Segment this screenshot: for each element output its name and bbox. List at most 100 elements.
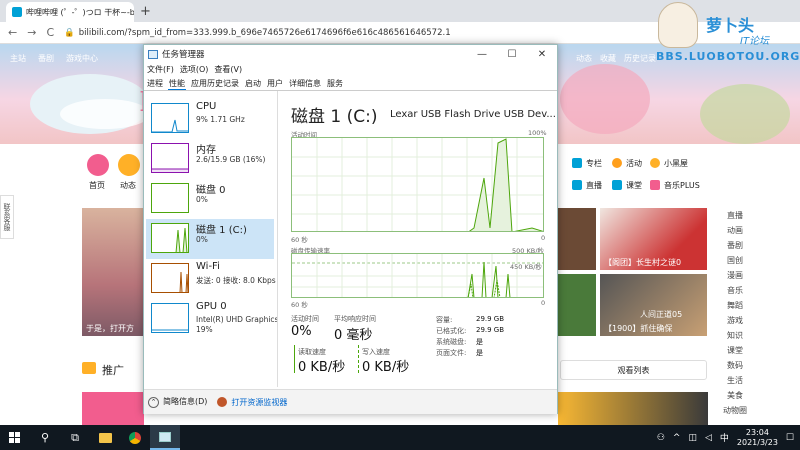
nav-dynamic[interactable]: 动态	[576, 53, 592, 64]
minimize-icon[interactable]: —	[467, 45, 497, 63]
video-caption: 【1900】抓住确保	[604, 324, 673, 333]
menu-options[interactable]: 选项(O)	[180, 64, 209, 75]
video-thumbnail[interactable]	[558, 274, 596, 336]
music-icon	[650, 180, 660, 190]
clock[interactable]: 23:04 2021/3/23	[737, 428, 778, 448]
category-link[interactable]: 直播	[727, 210, 743, 221]
promo-heading: 推广	[102, 364, 124, 377]
resource-cpu[interactable]: CPU 9% 1.71 GHz	[146, 99, 274, 139]
nav-anime[interactable]: 番剧	[38, 53, 54, 64]
formatted-label: 已格式化:	[436, 327, 467, 335]
resource-monitor-link[interactable]: 打开资源监视器	[217, 397, 287, 408]
new-tab-button[interactable]: +	[140, 4, 151, 19]
channel-music[interactable]: 音乐PLUS	[664, 180, 700, 191]
task-manager-taskbar-icon[interactable]	[150, 425, 180, 450]
video-thumbnail[interactable]: 【阁团】长生村之谜0	[600, 208, 707, 270]
ime-indicator[interactable]: 中	[720, 431, 729, 444]
live-icon	[572, 180, 582, 190]
category-link[interactable]: 数码	[727, 360, 743, 371]
channel-classroom[interactable]: 课堂	[626, 180, 642, 191]
file-explorer-icon[interactable]	[90, 425, 120, 450]
menu-file[interactable]: 文件(F)	[147, 64, 174, 75]
watch-list-button[interactable]: 观看列表	[560, 360, 707, 380]
resource-gpu[interactable]: GPU 0 Intel(R) UHD Graphics 19%	[146, 299, 278, 339]
resource-value: 0%	[196, 235, 208, 244]
reload-button[interactable]: C	[46, 26, 54, 39]
menu-view[interactable]: 查看(V)	[214, 64, 242, 75]
category-link[interactable]: 国创	[727, 255, 743, 266]
category-link[interactable]: 游戏	[727, 315, 743, 326]
fewer-details-button[interactable]: ⌃ 简略信息(D)	[148, 396, 207, 408]
category-link[interactable]: 音乐	[727, 285, 743, 296]
forward-button[interactable]: →	[27, 26, 36, 39]
back-button[interactable]: ←	[8, 26, 17, 39]
graph1-min: 0	[541, 234, 546, 242]
resource-memory[interactable]: 内存 2.6/15.9 GB (16%)	[146, 139, 274, 179]
close-icon[interactable]: ✕	[527, 45, 557, 63]
read-speed-block: 读取速度 0 KB/秒	[294, 345, 356, 375]
watermark-subtitle: IT论坛	[740, 36, 770, 47]
lock-icon: 🔒	[64, 27, 75, 38]
forum-watermark: 萝卜头 IT论坛 BBS.LUOBOTOU.ORG	[650, 0, 800, 70]
channel-blackroom[interactable]: 小黑屋	[664, 158, 688, 169]
category-link[interactable]: 知识	[727, 330, 743, 341]
category-link[interactable]: 生活	[727, 375, 743, 386]
category-link[interactable]: 番剧	[727, 240, 743, 251]
search-icon[interactable]: ⚲	[30, 425, 60, 450]
resource-name: Wi-Fi	[196, 261, 220, 272]
video-caption: 人间正道05	[640, 310, 683, 319]
address-field[interactable]: 🔒 bilibili.com/?spm_id_from=333.999.b_69…	[64, 28, 450, 38]
video-thumbnail[interactable]: 人间正道05 【1900】抓住确保	[600, 274, 707, 336]
menu-bar: 文件(F) 选项(O) 查看(V)	[147, 64, 242, 75]
page-file-value: 是	[476, 349, 483, 357]
category-link[interactable]: 舞蹈	[727, 300, 743, 311]
wifi-mini-graph	[151, 263, 189, 293]
video-thumbnail[interactable]	[558, 392, 708, 425]
classroom-icon	[612, 180, 622, 190]
clock-date: 2021/3/23	[736, 437, 778, 447]
category-link[interactable]: 课堂	[727, 345, 743, 356]
resource-name: 磁盘 1 (C:)	[196, 225, 247, 236]
network-icon[interactable]: ◫	[688, 433, 697, 443]
notifications-icon[interactable]: ☐	[786, 433, 794, 443]
task-manager-titlebar[interactable]: 任务管理器 — ☐ ✕	[144, 45, 557, 63]
activity-icon	[612, 158, 622, 168]
chevron-up-icon[interactable]: ^	[673, 433, 681, 443]
nav-main[interactable]: 主站	[10, 53, 26, 64]
dynamic-icon[interactable]	[118, 154, 140, 176]
people-icon[interactable]: ⚇	[657, 433, 665, 443]
resource-value: 9% 1.71 GHz	[196, 115, 245, 124]
dynamic-label: 动态	[120, 181, 136, 190]
home-icon[interactable]	[87, 154, 109, 176]
capacity-value: 29.9 GB	[476, 315, 505, 323]
category-link[interactable]: 美食	[727, 390, 743, 401]
resource-list: CPU 9% 1.71 GHz 内存 2.6/15.9 GB (16%) 磁盘 …	[144, 91, 278, 387]
maximize-icon[interactable]: ☐	[497, 45, 527, 63]
start-button[interactable]	[0, 425, 30, 450]
volume-icon[interactable]: ◁	[705, 433, 712, 443]
category-link[interactable]: 动物圈	[723, 405, 747, 416]
resource-disk-0[interactable]: 磁盘 0 0%	[146, 179, 274, 219]
channel-column[interactable]: 专栏	[586, 158, 602, 169]
category-link[interactable]: 漫画	[727, 270, 743, 281]
task-view-icon[interactable]: ⧉	[60, 425, 90, 450]
chrome-icon[interactable]	[120, 425, 150, 450]
channel-live[interactable]: 直播	[586, 180, 602, 191]
resource-value: 0%	[196, 195, 208, 204]
category-link[interactable]: 动画	[727, 225, 743, 236]
task-manager-footer: ⌃ 简略信息(D) 打开资源监视器	[144, 389, 557, 414]
feedback-button[interactable]: 联系客服	[0, 195, 14, 239]
video-thumbnail[interactable]: 于是，打开方	[82, 208, 144, 336]
browser-tab[interactable]: 哔哩哔哩 (゜-゜)つロ 干杯~-bili ×	[6, 2, 134, 22]
active-time-label: 活动时间	[291, 315, 319, 323]
disk1-mini-graph	[151, 223, 189, 253]
resource-disk-1[interactable]: 磁盘 1 (C:) 0%	[146, 219, 274, 259]
disk-model: Lexar USB Flash Drive USB Dev...	[390, 109, 556, 120]
nav-favorites[interactable]: 收藏	[600, 53, 616, 64]
channel-activity[interactable]: 活动	[626, 158, 642, 169]
resource-wifi[interactable]: Wi-Fi 发送: 0 接收: 8.0 Kbps	[146, 259, 276, 299]
video-thumbnail[interactable]	[82, 392, 144, 425]
video-thumbnail[interactable]	[558, 208, 596, 270]
nav-games[interactable]: 游戏中心	[66, 53, 98, 64]
windows-taskbar: ⚲ ⧉ ⚇ ^ ◫ ◁ 中 23:04 2021/3/23 ☐	[0, 425, 800, 450]
